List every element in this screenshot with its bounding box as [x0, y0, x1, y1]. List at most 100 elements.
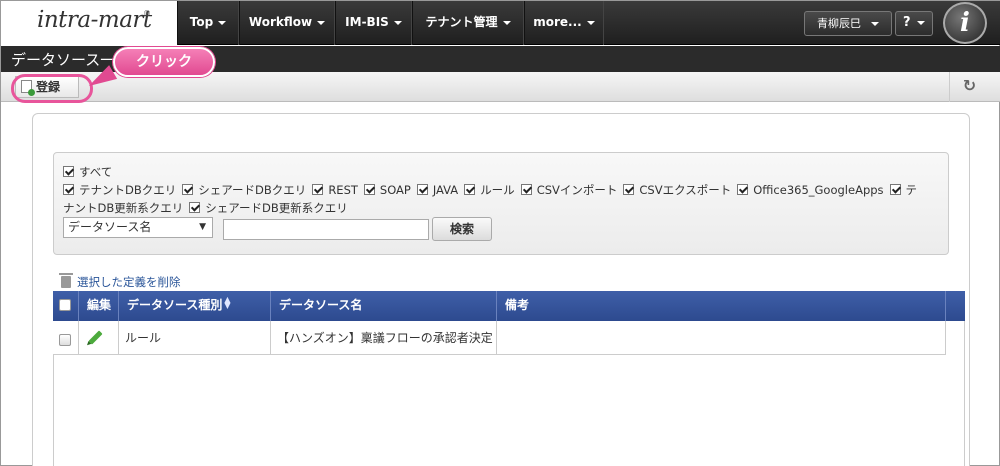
filter-csv-export[interactable]: CSVエクスポート — [623, 183, 731, 197]
header-note-label: 備考 — [505, 298, 530, 312]
filter-label: Office365_GoogleApps — [753, 183, 884, 197]
nav-more-label: more... — [533, 15, 582, 29]
click-callout: クリック — [113, 47, 215, 77]
help-label: ? — [903, 15, 911, 30]
chevron-down-icon — [218, 20, 227, 25]
filter-office365-googleapps[interactable]: Office365_GoogleApps — [737, 183, 884, 197]
chevron-down-icon — [871, 22, 879, 26]
checkbox[interactable] — [416, 184, 428, 195]
filter-label: シェアードDB更新系クエリ — [205, 201, 348, 215]
nav-workflow[interactable]: Workflow — [239, 1, 335, 45]
dropdown-arrow-icon: ▼ — [199, 222, 206, 232]
nav-top[interactable]: Top — [177, 1, 239, 45]
checkbox[interactable] — [889, 184, 901, 195]
search-field-select[interactable]: データソース名 ▼ — [63, 217, 213, 238]
nav-im-bis-label: IM-BIS — [345, 15, 389, 29]
chevron-down-icon — [586, 20, 595, 25]
filter-label: ナントDB更新系クエリ — [63, 201, 184, 215]
table-header: 編集 データソース種別 ▲ ▼ データソース名 備考 — [53, 291, 965, 321]
filter-rest[interactable]: REST — [312, 183, 358, 197]
checkbox[interactable] — [363, 184, 375, 195]
header-datasource-name[interactable]: データソース名 — [271, 291, 497, 321]
logo[interactable]: intra-mart ® — [1, 1, 177, 45]
avatar[interactable]: i — [943, 2, 987, 44]
search-button[interactable]: 検索 — [432, 217, 492, 241]
chevron-down-icon — [393, 20, 402, 25]
nav-more[interactable]: more... — [524, 1, 604, 45]
nav-top-label: Top — [189, 15, 214, 29]
filter-tenant-db-update-query[interactable]: テ — [889, 183, 918, 197]
header-edit-label: 編集 — [87, 298, 112, 312]
filter-row-1: テナントDBクエリ シェアードDBクエリ REST SOAP JAVA ルール CSVインポ… — [63, 182, 923, 198]
filter-csv-import[interactable]: CSVインポート — [520, 183, 618, 197]
chevron-down-icon — [502, 20, 511, 25]
filter-soap[interactable]: SOAP — [363, 183, 411, 197]
user-menu-button[interactable]: 青柳辰巳 — [804, 11, 892, 36]
header-edit: 編集 — [79, 291, 119, 321]
row-note-cell — [497, 321, 946, 355]
table-row[interactable]: ルール 【ハンズオン】稟議フローの承認者決定 — [53, 321, 946, 355]
select-all-checkbox[interactable] — [59, 299, 71, 311]
filter-label: テ — [905, 183, 918, 197]
row-type: ルール — [125, 331, 162, 345]
filter-label: JAVA — [432, 183, 459, 197]
row-type-cell: ルール — [119, 321, 271, 355]
row-checkbox[interactable] — [59, 334, 71, 346]
filter-label: CSVエクスポート — [639, 183, 732, 197]
search-button-label: 検索 — [449, 222, 474, 236]
filter-tenant-db-query[interactable]: テナントDBクエリ — [63, 183, 176, 197]
refresh-button[interactable]: ↻ — [949, 72, 989, 102]
filter-all[interactable]: すべて — [63, 164, 112, 180]
nav-tenant-admin-label: テナント管理 — [425, 15, 498, 29]
header-select-all-cell — [53, 291, 79, 321]
click-highlight-ring — [11, 74, 93, 103]
filter-shared-db-update-query[interactable]: シェアードDB更新系クエリ — [189, 201, 348, 215]
select-value: データソース名 — [68, 220, 152, 234]
avatar-letter: i — [960, 8, 970, 38]
filter-label: REST — [328, 183, 358, 197]
search-input[interactable] — [223, 219, 429, 240]
pencil-icon[interactable] — [88, 330, 103, 345]
checkbox[interactable] — [312, 184, 324, 195]
checkbox[interactable] — [737, 184, 749, 195]
delete-selected-link[interactable]: 選択した定義を削除 — [59, 273, 181, 290]
filter-rule[interactable]: ルール — [464, 183, 515, 197]
checkbox[interactable] — [623, 184, 635, 195]
filter-label: テナントDBクエリ — [79, 183, 177, 197]
filter-label: ルール — [480, 183, 515, 197]
logo-text: intra-mart — [37, 7, 152, 33]
filter-label: SOAP — [379, 183, 411, 197]
filter-shared-db-query[interactable]: シェアードDBクエリ — [182, 183, 306, 197]
row-select-cell — [53, 321, 79, 355]
nav-tenant-admin[interactable]: テナント管理 — [412, 1, 524, 45]
checkbox[interactable] — [63, 166, 74, 177]
checkbox[interactable] — [182, 184, 194, 195]
header-type-label: データソース種別 — [127, 298, 223, 312]
callout-label: クリック — [136, 54, 192, 70]
delete-selected-label: 選択した定義を削除 — [77, 275, 181, 289]
filter-tenant-db-update-query-cont[interactable]: ナントDB更新系クエリ — [63, 201, 183, 215]
filter-java[interactable]: JAVA — [416, 183, 459, 197]
nav-workflow-label: Workflow — [248, 15, 313, 29]
logo-registered-mark: ® — [143, 9, 151, 18]
user-name: 青柳辰巳 — [817, 17, 861, 30]
header-datasource-type[interactable]: データソース種別 ▲ ▼ — [119, 291, 271, 321]
checkbox[interactable] — [520, 184, 532, 195]
chevron-down-icon — [916, 20, 925, 25]
checkbox[interactable] — [464, 184, 476, 195]
filter-row-2: ナントDB更新系クエリ シェアードDB更新系クエリ — [63, 200, 354, 216]
checkbox[interactable] — [189, 202, 201, 213]
trash-icon — [59, 273, 73, 288]
help-button[interactable]: ? — [895, 11, 933, 36]
header-name-label: データソース名 — [279, 298, 363, 312]
filter-label: シェアードDBクエリ — [198, 183, 307, 197]
page-title: データソース一 — [11, 51, 116, 69]
row-name[interactable]: 【ハンズオン】稟議フローの承認者決定 — [277, 331, 493, 345]
filter-all-label: すべて — [79, 165, 113, 179]
top-nav: intra-mart ® Top Workflow IM-BIS テナント管理 … — [1, 1, 1000, 45]
row-name-cell: 【ハンズオン】稟議フローの承認者決定 — [271, 321, 497, 355]
nav-im-bis[interactable]: IM-BIS — [335, 1, 412, 45]
header-note[interactable]: 備考 — [497, 291, 946, 321]
checkbox[interactable] — [63, 184, 74, 195]
filter-label: CSVインポート — [536, 183, 618, 197]
